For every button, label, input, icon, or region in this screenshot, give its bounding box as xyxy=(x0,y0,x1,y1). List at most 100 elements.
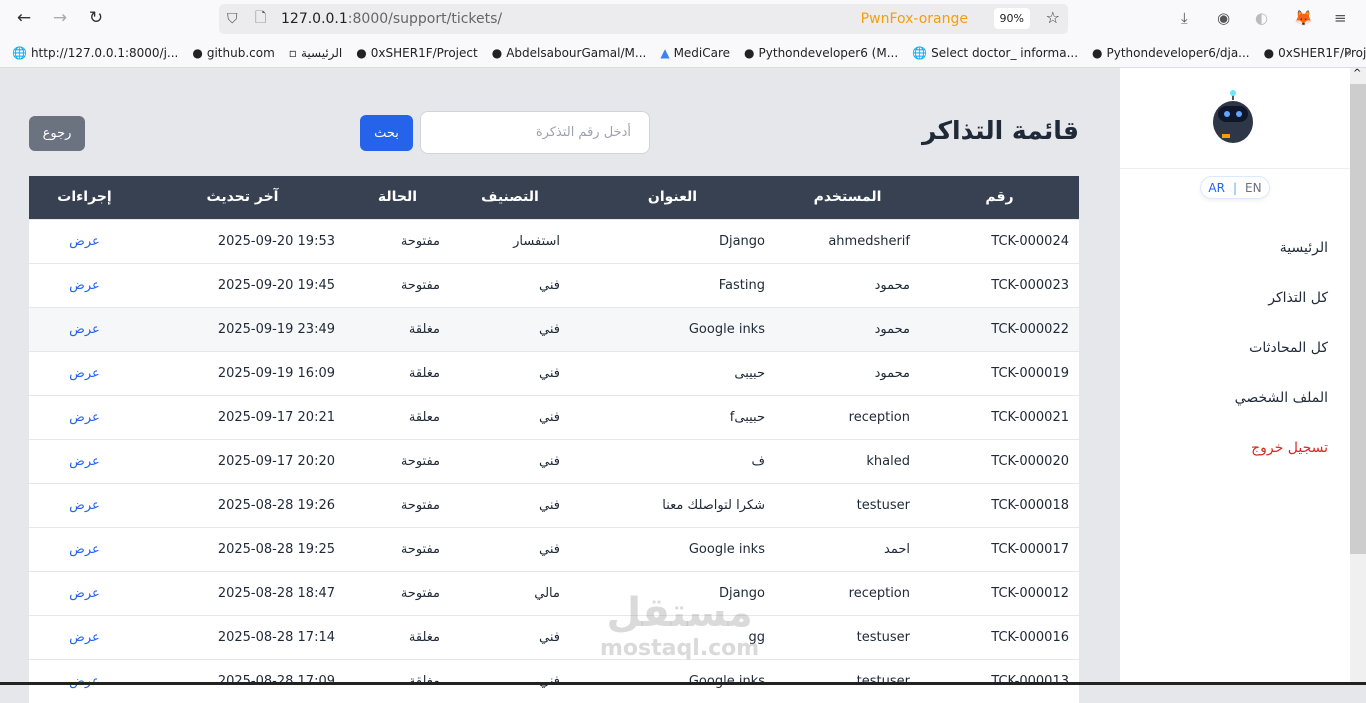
cell-updated: 2025-09-20 19:45 xyxy=(140,262,345,307)
table-row: TCK-000021 reception حبيبىf فني معلقة 2025-09… xyxy=(29,394,1079,439)
table-row: TCK-000020 khaled ف فني مفتوحة 2025-09-17 20:… xyxy=(29,438,1079,483)
cell-user: محمود xyxy=(775,306,920,351)
extension-icon[interactable]: ◐ xyxy=(1255,9,1268,27)
column-header-updated: آخر تحديث xyxy=(140,176,345,219)
divider xyxy=(1120,168,1350,169)
cell-updated: 2025-09-19 23:49 xyxy=(140,306,345,351)
bookmark[interactable]: 🌐 Select doctor_ informa... xyxy=(912,46,1078,60)
cell-title: حبيبى xyxy=(570,350,775,395)
more-bookmarks-icon[interactable]: » xyxy=(1345,46,1352,60)
account-icon[interactable]: ◉ xyxy=(1217,9,1230,27)
page-title: قائمة التذاكر xyxy=(921,116,1079,145)
cell-category: فني xyxy=(450,526,570,571)
cell-category: فني xyxy=(450,658,570,703)
cell-id: TCK-000021 xyxy=(920,394,1079,439)
cell-user: testuser xyxy=(775,658,920,703)
table-header: رقم المستخدم العنوان التصنيف الحالة آخر تحديث… xyxy=(29,176,1079,219)
cell-status: مغلقة xyxy=(345,306,450,351)
lang-ar-button[interactable]: AR xyxy=(1208,181,1225,195)
cell-id: TCK-000020 xyxy=(920,438,1079,483)
table-row: TCK-000013testuserGoogle inksفنيمغلقة202… xyxy=(29,658,1079,703)
cell-user: ahmedsherif xyxy=(775,218,920,263)
url-host: 127.0.0.1 xyxy=(281,11,348,27)
view-link[interactable]: عرض xyxy=(29,350,140,395)
cell-user: محمود xyxy=(775,350,920,395)
bookmark[interactable]: ● Pythondeveloper6 (M... xyxy=(744,46,898,60)
view-link[interactable]: عرض xyxy=(29,526,140,571)
bookmark-label: Pythondeveloper6/dja... xyxy=(1106,45,1250,60)
table-row: TCK-000019 محمود حبيبى فني مغلقة 2025-09-19 1… xyxy=(29,350,1079,395)
cell-category: فني xyxy=(450,614,570,659)
bookmark[interactable]: ● Pythondeveloper6/dja... xyxy=(1092,46,1250,60)
cell-status: مفتوحة xyxy=(345,526,450,571)
bookmark-star-icon[interactable]: ☆ xyxy=(1046,8,1060,27)
pwnfox-icon[interactable]: 🦊 xyxy=(1294,9,1313,27)
column-header-status: الحالة xyxy=(345,176,450,219)
cell-user: احمد xyxy=(775,526,920,571)
cell-id: TCK-000022 xyxy=(920,306,1079,351)
search-button[interactable]: بحث xyxy=(360,115,413,151)
sidebar-item-home[interactable]: الرئيسية xyxy=(1280,240,1328,256)
cell-updated: 2025-08-28 19:25 xyxy=(140,526,345,571)
view-link[interactable]: عرض xyxy=(29,482,140,527)
scrollbar[interactable]: ^ xyxy=(1350,68,1366,685)
cell-status: مغلقة xyxy=(345,350,450,395)
address-bar[interactable]: ⛉ 🗋 127.0.0.1:8000/support/tickets/ PwnF… xyxy=(219,4,1068,34)
cell-id: TCK-000017 xyxy=(920,526,1079,571)
view-link[interactable]: عرض xyxy=(29,306,140,351)
view-link[interactable]: عرض xyxy=(29,262,140,307)
bookmark[interactable]: ●0xSHER1F/Project xyxy=(356,46,477,60)
view-link[interactable]: عرض xyxy=(29,658,140,703)
page-icon: 🗋 xyxy=(255,10,267,26)
menu-icon[interactable]: ≡ xyxy=(1334,9,1347,27)
tickets-table: رقم المستخدم العنوان التصنيف الحالة آخر تحديث… xyxy=(29,176,1079,703)
back-button[interactable]: رجوع xyxy=(29,116,85,151)
zoom-level[interactable]: 90% xyxy=(993,8,1030,29)
globe-icon: 🌐 xyxy=(12,45,27,60)
url-path: :8000/support/tickets/ xyxy=(347,11,503,27)
cell-category: مالي xyxy=(450,570,570,615)
bookmark[interactable]: ▫ الرئيسية xyxy=(289,46,342,60)
cell-user: testuser xyxy=(775,614,920,659)
cell-updated: 2025-08-28 19:26 xyxy=(140,482,345,527)
scroll-up-icon[interactable]: ^ xyxy=(1353,68,1361,79)
view-link[interactable]: عرض xyxy=(29,218,140,263)
forward-arrow-icon[interactable]: → xyxy=(42,8,78,28)
bookmark[interactable]: ● AbdelsabourGamal/M... xyxy=(492,46,647,60)
table-row: TCK-000022 محمود Google inks فني مغلقة 2025-0… xyxy=(29,306,1079,351)
cell-title: شكرا لتواصلك معنا xyxy=(570,482,775,527)
bookmark-label: Pythondeveloper6 (M... xyxy=(758,45,899,60)
downloads-icon[interactable]: ⤓ xyxy=(1181,9,1188,27)
view-link[interactable]: عرض xyxy=(29,614,140,659)
bookmark[interactable]: ● github.com xyxy=(192,46,274,60)
sidebar-item-profile[interactable]: الملف الشخصي xyxy=(1235,390,1328,406)
cell-updated: 2025-09-17 20:21 xyxy=(140,394,345,439)
robot-logo[interactable] xyxy=(1208,90,1258,145)
github-icon: ● xyxy=(744,45,755,60)
container-label[interactable]: PwnFox-orange xyxy=(861,11,968,27)
view-link[interactable]: عرض xyxy=(29,570,140,615)
scrollbar-thumb[interactable] xyxy=(1350,84,1366,554)
cell-status: مغلقة xyxy=(345,658,450,703)
sidebar-item-all-tickets[interactable]: كل التذاكر xyxy=(1268,290,1328,306)
cell-title: Google inks xyxy=(570,526,775,571)
view-link[interactable]: عرض xyxy=(29,394,140,439)
cell-status: مفتوحة xyxy=(345,482,450,527)
view-link[interactable]: عرض xyxy=(29,438,140,483)
cell-updated: 2025-09-17 20:20 xyxy=(140,438,345,483)
reload-icon[interactable]: ↻ xyxy=(78,8,114,28)
sidebar-item-all-conversations[interactable]: كل المحادثات xyxy=(1249,340,1328,356)
lang-en-button[interactable]: EN xyxy=(1245,181,1262,195)
cell-user: محمود xyxy=(775,262,920,307)
shield-icon: ⛉ xyxy=(227,11,238,27)
back-arrow-icon[interactable]: ← xyxy=(6,8,42,28)
main-content: قائمة التذاكر أدخل رقم التذكرة بحث رجوع … xyxy=(0,68,1120,703)
cell-category: فني xyxy=(450,482,570,527)
bookmark[interactable]: 🌐 http://127.0.0.1:8000/j... xyxy=(12,46,178,60)
ticket-search-input[interactable]: أدخل رقم التذكرة xyxy=(420,111,650,154)
github-icon: ● xyxy=(356,45,367,60)
cell-title: gg xyxy=(570,614,775,659)
github-icon: ● xyxy=(1263,45,1275,60)
sidebar-item-logout[interactable]: تسجيل خروج xyxy=(1251,440,1328,456)
bookmark[interactable]: ▲ MediCare xyxy=(660,46,730,60)
